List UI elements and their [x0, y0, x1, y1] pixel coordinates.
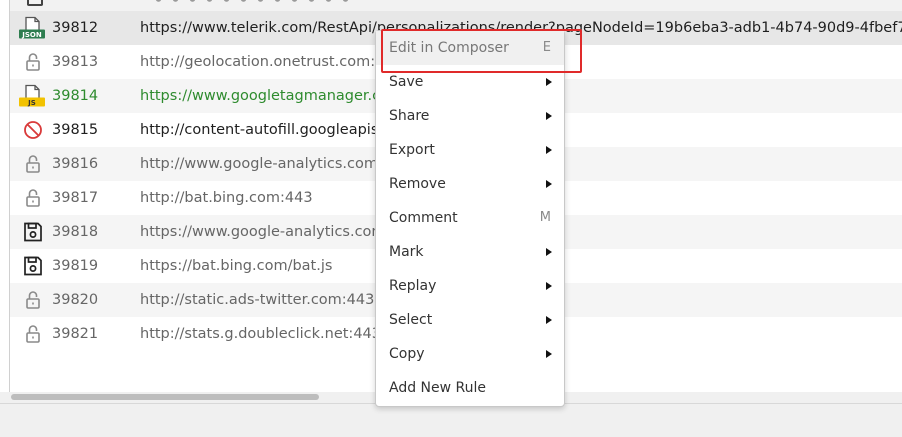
- lock-icon: [21, 288, 45, 312]
- horizontal-scrollbar-thumb[interactable]: [11, 394, 319, 400]
- menu-item-label: Select: [389, 312, 433, 328]
- context-menu: Edit in Composer E Save Share Export Remove Co…: [375, 30, 565, 407]
- session-url: https://www.google-analytics.com: [140, 224, 386, 240]
- submenu-arrow-icon: [546, 78, 552, 86]
- session-url: http://static.ads-twitter.com:443: [140, 292, 375, 308]
- submenu-arrow-icon: [546, 282, 552, 290]
- annotation-highlight-box: [381, 29, 582, 73]
- partial-row-icon: [27, 0, 43, 6]
- session-url: http://bat.bing.com:443: [140, 190, 313, 206]
- partial-row-url: [150, 0, 360, 2]
- submenu-arrow-icon: [546, 316, 552, 324]
- lock-icon: [21, 186, 45, 210]
- menu-item-add-new-rule[interactable]: Add New Rule: [376, 371, 564, 405]
- session-id: 39821: [52, 326, 99, 342]
- save-disk-icon: [21, 220, 45, 244]
- menu-item-label: Add New Rule: [389, 380, 487, 396]
- menu-item-comment[interactable]: Comment M: [376, 201, 564, 235]
- menu-item-label: Export: [389, 142, 435, 158]
- menu-item-label: Comment: [389, 210, 458, 226]
- blocked-icon: [21, 118, 45, 142]
- js-file-icon: JS: [18, 84, 45, 108]
- menu-item-mark[interactable]: Mark: [376, 235, 564, 269]
- menu-item-copy[interactable]: Copy: [376, 337, 564, 371]
- menu-item-label: Remove: [389, 176, 446, 192]
- menu-item-label: Replay: [389, 278, 437, 294]
- menu-item-export[interactable]: Export: [376, 133, 564, 167]
- session-id: 39817: [52, 190, 99, 206]
- session-url: http://stats.g.doubleclick.net:443: [140, 326, 381, 342]
- session-url: https://bat.bing.com/bat.js: [140, 258, 333, 274]
- menu-item-remove[interactable]: Remove: [376, 167, 564, 201]
- save-disk-icon: [21, 254, 45, 278]
- submenu-arrow-icon: [546, 112, 552, 120]
- lock-icon: [21, 50, 45, 74]
- session-id: 39815: [52, 122, 99, 138]
- status-bar: [0, 403, 902, 437]
- lock-icon: [21, 152, 45, 176]
- session-id: 39816: [52, 156, 99, 172]
- menu-item-share[interactable]: Share: [376, 99, 564, 133]
- menu-item-label: Mark: [389, 244, 424, 260]
- file-type-badge-text: JS: [27, 99, 36, 107]
- session-id: 39819: [52, 258, 99, 274]
- submenu-arrow-icon: [546, 180, 552, 188]
- menu-item-replay[interactable]: Replay: [376, 269, 564, 303]
- session-url: http://geolocation.onetrust.com:443: [140, 54, 403, 70]
- menu-item-label: Copy: [389, 346, 425, 362]
- submenu-arrow-icon: [546, 146, 552, 154]
- file-type-badge-text: JSON: [21, 31, 42, 39]
- session-id: 39820: [52, 292, 99, 308]
- session-id: 39812: [52, 20, 99, 36]
- partial-row[interactable]: [10, 0, 902, 11]
- submenu-arrow-icon: [546, 350, 552, 358]
- session-id: 39818: [52, 224, 99, 240]
- menu-item-shortcut: M: [539, 210, 551, 225]
- session-id: 39813: [52, 54, 99, 70]
- session-id: 39814: [52, 88, 99, 104]
- menu-item-select[interactable]: Select: [376, 303, 564, 337]
- menu-item-label: Share: [389, 108, 430, 124]
- session-url: http://www.google-analytics.com:443: [140, 156, 411, 172]
- lock-icon: [21, 322, 45, 346]
- submenu-arrow-icon: [546, 248, 552, 256]
- json-file-icon: JSON: [18, 16, 45, 40]
- session-url: https://www.googletagmanager.com: [140, 88, 404, 104]
